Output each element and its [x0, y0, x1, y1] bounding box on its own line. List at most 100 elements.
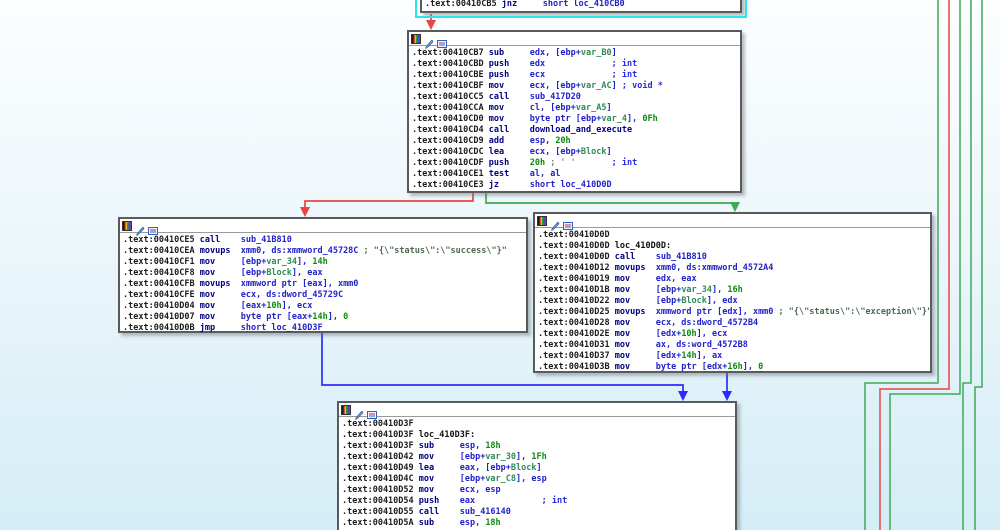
node-titlebar[interactable]	[409, 32, 740, 46]
node-titlebar[interactable]	[339, 403, 735, 417]
asm-line[interactable]: .text:00410D0D loc_410D0D:	[538, 241, 927, 252]
asm-line[interactable]: .text:00410D28 mov ecx, ds:dword_4572B4	[538, 318, 927, 329]
asm-token: sub	[419, 518, 460, 528]
asm-token: ecx, ds:dword_45729C	[241, 290, 343, 300]
edge-pass-4	[963, 0, 971, 530]
asm-line[interactable]: .text:00410D55 call sub_416140	[342, 507, 732, 518]
asm-token: jmp	[200, 323, 241, 333]
asm-line[interactable]: .text:00410D49 lea eax, [ebp+Block]	[342, 463, 732, 474]
asm-line[interactable]: .text:00410D3F loc_410D3F:	[342, 430, 732, 441]
asm-line[interactable]: .text:00410D54 push eax ; int	[342, 496, 732, 507]
node-titlebar[interactable]	[535, 214, 930, 228]
asm-line[interactable]: .text:00410D42 mov [ebp+var_30], 1Fh	[342, 452, 732, 463]
asm-line[interactable]: .text:00410D3F	[342, 419, 732, 430]
asm-token: ]	[607, 103, 612, 113]
asm-line[interactable]: .text:00410CE1 test al, al	[412, 169, 737, 180]
asm-line[interactable]: .text:00410CCA mov cl, [ebp+var_A5]	[412, 103, 737, 114]
asm-token: short loc_410CB0	[543, 0, 625, 9]
asm-token: ; int	[576, 158, 637, 168]
block-410CB5[interactable]: .text:00410CB5 jnz short loc_410CB0	[420, 0, 742, 13]
asm-token: sub_416140	[460, 507, 511, 517]
asm-token: .text:00410CCA	[412, 103, 489, 113]
asm-line[interactable]: .text:00410D07 mov byte ptr [eax+14h], 0	[123, 312, 523, 323]
asm-token: .text:00410CE3	[412, 180, 489, 190]
node-color-icon[interactable]	[122, 221, 132, 231]
asm-token: .text:00410D12	[538, 263, 615, 273]
asm-line[interactable]: .text:00410D19 mov edx, eax	[538, 274, 927, 285]
asm-line[interactable]: .text:00410D0B jmp short loc_410D3F	[123, 323, 523, 334]
node-titlebar[interactable]	[120, 219, 526, 233]
asm-line[interactable]: .text:00410CFE mov ecx, ds:dword_45729C	[123, 290, 523, 301]
asm-line[interactable]: .text:00410CF8 mov [ebp+Block], eax	[123, 268, 523, 279]
asm-token: loc_410D0D:	[615, 241, 671, 251]
asm-line[interactable]: .text:00410D3F sub esp, 18h	[342, 441, 732, 452]
asm-token: .text:00410CE1	[412, 169, 489, 179]
asm-line[interactable]: .text:00410D2E mov [edx+10h], ecx	[538, 329, 927, 340]
asm-token: call	[489, 92, 530, 102]
block-410D0D[interactable]: .text:00410D0D.text:00410D0D loc_410D0D:…	[533, 212, 932, 373]
asm-line[interactable]: .text:00410CB7 sub edx, [ebp+var_B0]	[412, 48, 737, 59]
asm-line[interactable]: .text:00410D12 movups xmm0, ds:xmmword_4…	[538, 263, 927, 274]
asm-token: 14h	[312, 312, 327, 322]
asm-token: .text:00410D22	[538, 296, 615, 306]
asm-token: [edx+	[656, 329, 682, 339]
asm-token: .text:00410D3F	[342, 430, 419, 440]
block-410CE5[interactable]: .text:00410CE5 call sub_41B810.text:0041…	[118, 217, 528, 333]
asm-line[interactable]: .text:00410D0D call sub_41B810	[538, 252, 927, 263]
asm-token: ; int	[475, 496, 567, 506]
edit-node-icon[interactable]	[354, 405, 364, 415]
asm-token: 16h	[727, 362, 742, 372]
asm-line[interactable]: .text:00410D22 mov [ebp+Block], edx	[538, 296, 927, 307]
block-410CB7[interactable]: .text:00410CB7 sub edx, [ebp+var_B0].tex…	[407, 30, 742, 193]
asm-token: push	[489, 59, 530, 69]
asm-token: xmm0, ds:xmmword_4572A4	[656, 263, 774, 273]
asm-line[interactable]: .text:00410CD9 add esp, 20h	[412, 136, 737, 147]
node-color-icon[interactable]	[537, 216, 547, 226]
asm-line[interactable]: .text:00410CBE push ecx ; int	[412, 70, 737, 81]
asm-line[interactable]: .text:00410D5A sub esp, 18h	[342, 518, 732, 529]
asm-line[interactable]: .text:00410D52 mov ecx, esp	[342, 485, 732, 496]
asm-line[interactable]: .text:00410CE5 call sub_41B810	[123, 235, 523, 246]
asm-token: 0Fh	[642, 114, 657, 124]
node-color-icon[interactable]	[341, 405, 351, 415]
asm-token: .text:00410D0D	[538, 230, 610, 240]
asm-line[interactable]: .text:00410D3B mov byte ptr [edx+16h], 0	[538, 362, 927, 373]
asm-line[interactable]: .text:00410D37 mov [edx+14h], ax	[538, 351, 927, 362]
asm-line[interactable]: .text:00410CC5 call sub_417D20	[412, 92, 737, 103]
asm-line[interactable]: .text:00410CF1 mov [ebp+var_34], 14h	[123, 257, 523, 268]
text-view-icon[interactable]	[367, 405, 377, 415]
text-view-icon[interactable]	[437, 34, 447, 44]
asm-line[interactable]: .text:00410D04 mov [eax+10h], ecx	[123, 301, 523, 312]
asm-line[interactable]: .text:00410D25 movups xmmword ptr [edx],…	[538, 307, 927, 318]
asm-token: ],	[627, 114, 642, 124]
asm-token: esp,	[460, 518, 486, 528]
ida-graph-view[interactable]: .text:00410CB5 jnz short loc_410CB0 .text…	[0, 0, 1000, 530]
asm-token: mov	[615, 340, 656, 350]
asm-line[interactable]: .text:00410CE3 jz short loc_410D0D	[412, 180, 737, 191]
edit-node-icon[interactable]	[424, 34, 434, 44]
block-410D3F[interactable]: .text:00410D3F.text:00410D3F loc_410D3F:…	[337, 401, 737, 530]
asm-line[interactable]: .text:00410CFB movups xmmword ptr [eax],…	[123, 279, 523, 290]
asm-line[interactable]: .text:00410CDC lea ecx, [ebp+Block]	[412, 147, 737, 158]
text-view-icon[interactable]	[148, 221, 158, 231]
asm-token: ; int	[545, 59, 637, 69]
asm-token: ax, ds:word_4572B8	[656, 340, 748, 350]
asm-line[interactable]: .text:00410CEA movups xmm0, ds:xmmword_4…	[123, 246, 523, 257]
asm-line[interactable]: .text:00410CD0 mov byte ptr [ebp+var_4],…	[412, 114, 737, 125]
asm-line[interactable]: .text:00410CBD push edx ; int	[412, 59, 737, 70]
asm-line[interactable]: .text:00410D1B mov [ebp+var_34], 16h	[538, 285, 927, 296]
text-view-icon[interactable]	[563, 216, 573, 226]
asm-token: xmm0, ds:xmmword_45728C	[241, 246, 359, 256]
asm-line[interactable]: .text:00410D4C mov [ebp+var_C8], esp	[342, 474, 732, 485]
asm-line[interactable]: .text:00410CD4 call download_and_execute	[412, 125, 737, 136]
asm-line[interactable]: .text:00410CBF mov ecx, [ebp+var_AC] ; v…	[412, 81, 737, 92]
asm-token: .text:00410D2E	[538, 329, 615, 339]
asm-line[interactable]: .text:00410D0D	[538, 230, 927, 241]
node-color-icon[interactable]	[411, 34, 421, 44]
asm-line[interactable]: .text:00410D31 mov ax, ds:word_4572B8	[538, 340, 927, 351]
edit-node-icon[interactable]	[135, 221, 145, 231]
edit-node-icon[interactable]	[550, 216, 560, 226]
asm-line[interactable]: .text:00410CB5 jnz short loc_410CB0	[425, 0, 737, 10]
asm-token: .text:00410D55	[342, 507, 419, 517]
asm-line[interactable]: .text:00410CDF push 20h ; ' ' ; int	[412, 158, 737, 169]
